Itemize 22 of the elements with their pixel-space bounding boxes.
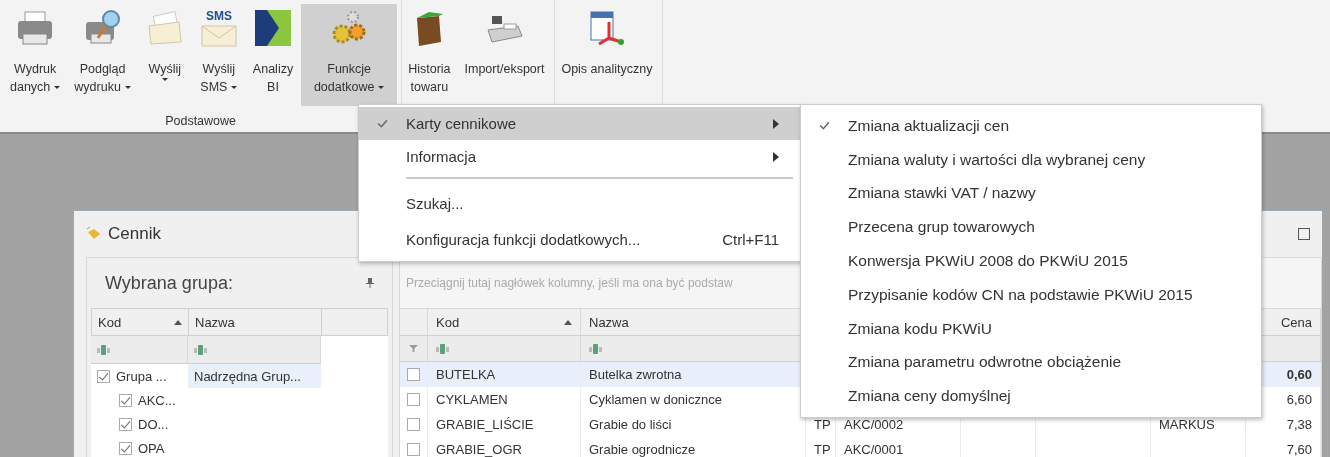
shortcut-label: Ctrl+F11	[722, 230, 779, 248]
table-cell: Grabie ogrodnicze	[589, 442, 696, 457]
table-cell: GRABIE_LIŚCIE	[436, 417, 534, 432]
table-cell: 6,60	[1286, 392, 1312, 407]
table-cell: Butelka zwrotna	[589, 367, 682, 382]
table-cell: BUTELKA	[436, 367, 496, 382]
table-cell: AKC/0001	[844, 442, 904, 457]
table-cell: MARKUS	[1159, 417, 1215, 432]
table-cell: TP	[814, 442, 831, 457]
table-cell: CYKLAMEN	[436, 392, 508, 407]
table-cell: AKC/0002	[844, 417, 904, 432]
table-cell: GRABIE_OGR	[436, 442, 522, 457]
window-title: Cennik	[108, 224, 161, 244]
table-cell: 7,38	[1286, 417, 1312, 432]
table-cell: Cyklamen w donicznce	[589, 392, 722, 407]
table-cell: 0,60	[1286, 367, 1312, 382]
panel-title: Wybrana grupa:	[105, 272, 233, 294]
group-by-hint: Przeciągnij tutaj nagłówek kolumny, jeśli ma ona być podstaw	[406, 276, 733, 290]
ribbon-group-label: Podstawowe	[165, 114, 236, 128]
table-cell: 7,60	[1286, 442, 1312, 457]
table-cell: Grabie do liści	[589, 417, 672, 432]
table-cell: TP	[814, 417, 831, 432]
